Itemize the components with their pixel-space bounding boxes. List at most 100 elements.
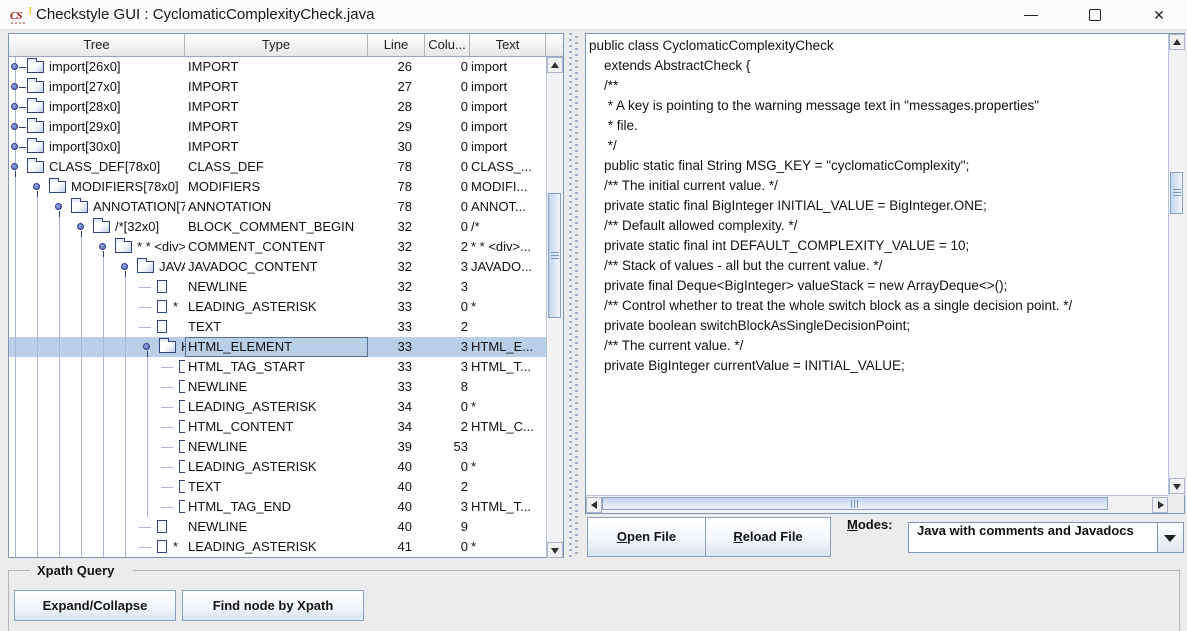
tree-table-row[interactable]: NEWLINE338 [9, 377, 546, 397]
tree-cell: HTML_ELEMENT [9, 337, 185, 357]
expanded-handle-icon[interactable] [143, 343, 150, 350]
source-code-view[interactable]: public class CyclomaticComplexityCheck e… [586, 34, 1168, 495]
tree-table-row[interactable]: *LEADING_ASTERISK340* [9, 397, 546, 417]
scroll-up-button[interactable] [1169, 34, 1185, 50]
code-horizontal-scrollbar[interactable] [586, 495, 1168, 513]
tree-table-row[interactable]: TEXT332 [9, 317, 546, 337]
type-cell: TEXT [185, 317, 368, 337]
scrollbar-thumb[interactable] [548, 193, 561, 318]
tree-cell: import[30x0] [9, 137, 185, 157]
tree-cell: import[29x0] [9, 117, 185, 137]
type-cell: IMPORT [185, 137, 368, 157]
tree-table-row[interactable]: /*[32x0]BLOCK_COMMENT_BEGIN320/* [9, 217, 546, 237]
text-cell: import [470, 77, 546, 97]
expanded-handle-icon[interactable] [99, 243, 106, 250]
split-pane-divider[interactable] [564, 33, 585, 558]
tree-table-row[interactable]: TEXT402 [9, 477, 546, 497]
tree-table-row[interactable]: HTML_CONTENTHTML_CONTENT342HTML_C... [9, 417, 546, 437]
tree-node-label: import[27x0] [49, 77, 121, 97]
col-cell: 0 [425, 57, 470, 77]
tree-table-row[interactable]: NEWLINE3953 [9, 437, 546, 457]
tree-table-row[interactable]: * * <div>COMMENT_CONTENT322* * <div>... [9, 237, 546, 257]
folder-icon [27, 141, 44, 153]
expanded-handle-icon[interactable] [121, 263, 128, 270]
close-button[interactable]: ✕ [1136, 0, 1182, 30]
tree-node-label: * [173, 297, 178, 317]
code-line: private boolean switchBlockAsSingleDecis… [586, 316, 1168, 336]
col-cell: 0 [425, 157, 470, 177]
column-header-text[interactable]: Text [470, 34, 546, 56]
text-cell: * * <div>... [470, 237, 546, 257]
code-line: private static final BigInteger INITIAL_… [586, 196, 1168, 216]
folder-icon [27, 61, 44, 73]
scrollbar-thumb[interactable] [1170, 172, 1183, 214]
type-cell: LEADING_ASTERISK [185, 457, 368, 477]
text-cell: HTML_E... [470, 337, 546, 357]
tree-table-row[interactable]: MODIFIERS[78x0]MODIFIERS780MODIFI... [9, 177, 546, 197]
collapsed-handle-icon[interactable] [11, 143, 18, 150]
folder-icon [27, 161, 44, 173]
collapsed-handle-icon[interactable] [11, 83, 18, 90]
chevron-down-icon [1164, 535, 1176, 542]
column-header-type[interactable]: Type [185, 34, 368, 56]
scroll-left-button[interactable] [586, 497, 602, 513]
find-node-by-xpath-button[interactable]: Find node by Xpath [182, 590, 364, 621]
tree-table-row[interactable]: *LEADING_ASTERISK400* [9, 457, 546, 477]
tree-table-row[interactable]: ANNOTATION[78x0]ANNOTATION780ANNOT... [9, 197, 546, 217]
collapsed-handle-icon[interactable] [11, 123, 18, 130]
expanded-handle-icon[interactable] [55, 203, 62, 210]
column-header-tree[interactable]: Tree [9, 34, 185, 56]
expanded-handle-icon[interactable] [33, 183, 40, 190]
scroll-down-button[interactable] [547, 542, 563, 558]
tree-table-row[interactable]: CLASS_DEF[78x0]CLASS_DEF780CLASS_... [9, 157, 546, 177]
tree-table-row[interactable]: HTML_ELEMENTHTML_ELEMENT333HTML_E... [9, 337, 546, 357]
tree-table-row[interactable]: *LEADING_ASTERISK410* [9, 537, 546, 557]
scrollbar-thumb[interactable] [602, 497, 1108, 510]
maximize-button[interactable] [1072, 0, 1118, 30]
tree-table-row[interactable]: import[26x0]IMPORT260import [9, 57, 546, 77]
code-vertical-scrollbar[interactable] [1168, 34, 1185, 495]
collapsed-handle-icon[interactable] [11, 103, 18, 110]
tree-table-row[interactable]: import[29x0]IMPORT290import [9, 117, 546, 137]
column-header-line[interactable]: Line [368, 34, 425, 56]
scroll-down-button[interactable] [1169, 478, 1185, 494]
tree-table-row[interactable]: NEWLINE409 [9, 517, 546, 537]
code-line: * file. [586, 116, 1168, 136]
scroll-right-button[interactable] [1152, 497, 1168, 513]
column-header-colu[interactable]: Colu... [425, 34, 470, 56]
tree-table-row[interactable]: HTML_TAG_ENDHTML_TAG_END403HTML_T... [9, 497, 546, 517]
line-cell: 34 [368, 417, 425, 437]
tree-table-row[interactable]: HTML_TAG_STARTHTML_TAG_START333HTML_T... [9, 357, 546, 377]
tree-table-row[interactable]: import[28x0]IMPORT280import [9, 97, 546, 117]
line-cell: 40 [368, 477, 425, 497]
tree-cell [9, 317, 185, 337]
code-line: /** Default allowed complexity. */ [586, 216, 1168, 236]
open-file-button[interactable]: Open File [587, 517, 706, 557]
code-line: */ [586, 136, 1168, 156]
tree-table-row[interactable]: JAVADOC_CONTENTJAVADOC_CONTENT323JAVADO.… [9, 257, 546, 277]
collapsed-handle-icon[interactable] [11, 63, 18, 70]
expand-collapse-button[interactable]: Expand/Collapse [14, 590, 176, 621]
minimize-button[interactable] [1008, 0, 1054, 30]
leaf-node-icon [157, 300, 167, 313]
leaf-node-icon [157, 280, 167, 293]
reload-file-button[interactable]: Reload File [705, 517, 831, 557]
tree-table-row[interactable]: import[27x0]IMPORT270import [9, 77, 546, 97]
expanded-handle-icon[interactable] [11, 163, 18, 170]
text-cell: import [470, 97, 546, 117]
tree-table-row[interactable]: import[30x0]IMPORT300import [9, 137, 546, 157]
modes-dropdown-button[interactable] [1157, 523, 1183, 552]
tree-table-vertical-scrollbar[interactable] [546, 57, 563, 558]
modes-combobox[interactable]: Java with comments and Javadocs [908, 522, 1184, 553]
scroll-down-icon [1173, 484, 1181, 490]
line-cell: 33 [368, 357, 425, 377]
tree-node-label: * * <div> [137, 237, 185, 257]
type-cell: NEWLINE [185, 437, 368, 457]
leaf-node-icon [157, 520, 167, 533]
text-cell: CLASS_... [470, 157, 546, 177]
tree-table-row[interactable]: NEWLINE323 [9, 277, 546, 297]
tree-table-row[interactable]: *LEADING_ASTERISK330* [9, 297, 546, 317]
scroll-up-button[interactable] [547, 57, 563, 73]
tree-node-label: * [173, 537, 178, 557]
expanded-handle-icon[interactable] [77, 223, 84, 230]
